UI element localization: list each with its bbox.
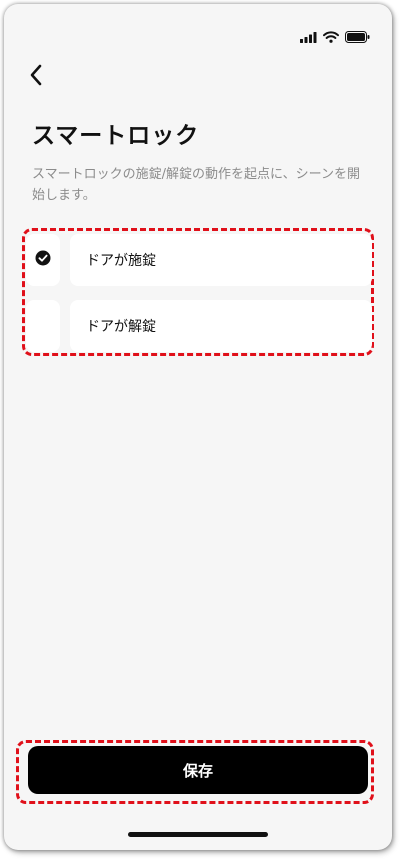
option-checkbox[interactable] [26,234,60,286]
option-door-locked[interactable]: ドアが施錠 [26,234,372,286]
status-bar [300,28,370,47]
option-door-unlocked[interactable]: ドアが解錠 [26,300,372,352]
back-button[interactable] [22,62,50,92]
check-circle-icon [35,250,51,270]
chevron-left-icon [29,64,43,90]
wifi-icon [323,28,339,47]
cellular-signal-icon [300,28,317,47]
option-checkbox[interactable] [26,300,60,352]
page-title: スマートロック [32,123,200,149]
option-label: ドアが施錠 [70,234,372,286]
battery-icon [345,28,370,47]
option-label: ドアが解錠 [70,300,372,352]
phone-screen: スマートロック スマートロックの施錠/解錠の動作を起点に、シーンを開始します。 … [4,4,392,850]
save-button[interactable]: 保存 [28,746,368,794]
page-description: スマートロックの施錠/解錠の動作を起点に、シーンを開始します。 [32,167,360,203]
home-indicator [128,832,268,837]
